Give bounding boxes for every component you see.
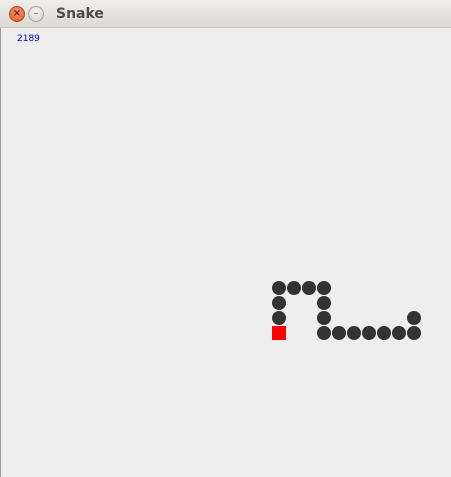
game-board[interactable]: 2189 [1, 28, 451, 477]
minimize-button[interactable]: – [28, 6, 44, 22]
snake-segment [347, 326, 361, 340]
snake-segment [317, 311, 331, 325]
snake-segment [392, 326, 406, 340]
close-button[interactable]: × [9, 6, 25, 22]
snake-segment [317, 281, 331, 295]
snake-segment [362, 326, 376, 340]
snake-segment [317, 326, 331, 340]
title-bar[interactable]: × – Snake [0, 0, 451, 28]
snake-segment [272, 281, 286, 295]
window-title: Snake [56, 6, 104, 22]
snake-segment [272, 296, 286, 310]
snake-window: × – Snake 2189 [0, 0, 451, 477]
snake-segment [407, 311, 421, 325]
score-counter: 2189 [17, 34, 40, 44]
snake-segment [287, 281, 301, 295]
snake-segment [377, 326, 391, 340]
snake-segment [302, 281, 316, 295]
snake-segment [272, 311, 286, 325]
snake-segment [407, 326, 421, 340]
minimize-icon: – [33, 8, 39, 19]
food-item [272, 326, 286, 340]
snake-segment [317, 296, 331, 310]
close-icon: × [12, 8, 22, 19]
snake-segment [332, 326, 346, 340]
